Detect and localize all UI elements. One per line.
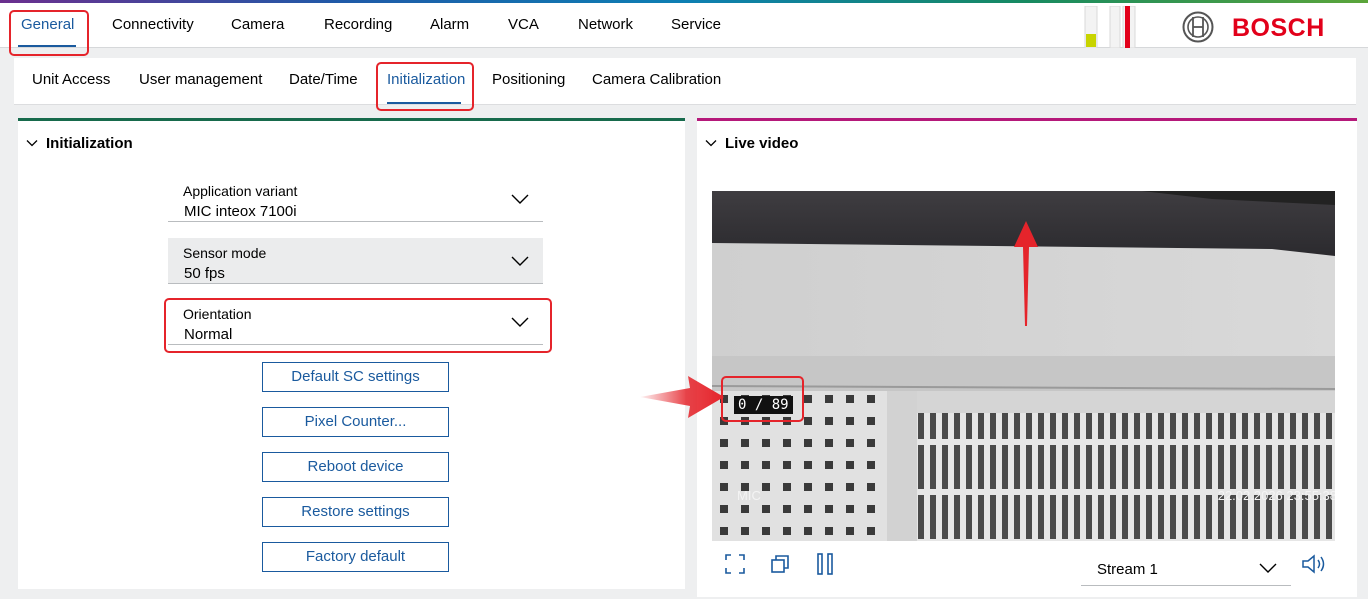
bitrate-indicator	[1109, 6, 1136, 48]
chevron-down-icon	[511, 194, 529, 204]
camera-model-overlay: MIC	[737, 488, 761, 503]
cpu-load-indicator	[1084, 6, 1098, 48]
tab-alarm[interactable]: Alarm	[430, 3, 469, 47]
reboot-device-button[interactable]: Reboot device	[262, 452, 449, 482]
bosch-logo-icon	[1182, 11, 1214, 43]
tab-connectivity[interactable]: Connectivity	[112, 3, 194, 47]
collapse-chevron-icon	[26, 140, 38, 147]
tab-vca[interactable]: VCA	[508, 3, 539, 47]
main-navigation: General Connectivity Camera Recording Al…	[0, 3, 1368, 48]
right-arrow-annotation	[640, 376, 724, 418]
live-video-stream[interactable]: 0 / 89 MIC 22.02.2026 23:55:38	[712, 191, 1335, 541]
live-video-panel-header[interactable]: Live video	[705, 135, 798, 153]
subtab-camera-calibration[interactable]: Camera Calibration	[592, 58, 721, 102]
field-label: Sensor mode	[183, 245, 267, 261]
highlight-general-tab	[9, 10, 89, 56]
up-arrow-annotation	[1014, 221, 1038, 326]
chevron-down-icon	[511, 256, 529, 266]
pixel-counter-button[interactable]: Pixel Counter...	[262, 407, 449, 437]
collapse-chevron-icon	[705, 140, 717, 147]
timestamp-overlay: 22.02.2026 23:55:38	[1217, 488, 1335, 503]
window-icon[interactable]	[769, 553, 791, 575]
panel-title: Live video	[725, 135, 799, 152]
application-variant-select[interactable]: Application variant MIC inteox 7100i	[168, 176, 543, 222]
restore-settings-button[interactable]: Restore settings	[262, 497, 449, 527]
initialization-panel-header[interactable]: Initialization	[26, 135, 133, 153]
subtab-user-management[interactable]: User management	[139, 58, 262, 102]
field-value: 50 fps	[184, 265, 225, 282]
stream-value: Stream 1	[1097, 561, 1158, 578]
initialization-panel: Initialization Application variant MIC i…	[18, 118, 685, 589]
tab-recording[interactable]: Recording	[324, 3, 392, 47]
field-value: MIC inteox 7100i	[184, 203, 297, 220]
sensor-mode-select[interactable]: Sensor mode 50 fps	[168, 238, 543, 284]
sub-navigation: Unit Access User management Date/Time In…	[14, 58, 1356, 105]
tab-service[interactable]: Service	[671, 3, 721, 47]
fullscreen-icon[interactable]	[724, 553, 746, 575]
live-video-panel: Live video 0 / 89 MIC 22.02.2026 23:55:3…	[697, 118, 1357, 597]
tab-network[interactable]: Network	[578, 3, 633, 47]
panel-title: Initialization	[46, 135, 133, 152]
subtab-date-time[interactable]: Date/Time	[289, 58, 358, 102]
subtab-unit-access[interactable]: Unit Access	[32, 58, 110, 102]
tab-camera[interactable]: Camera	[231, 3, 284, 47]
highlight-pixel-counter	[721, 376, 804, 422]
highlight-initialization-tab	[376, 62, 474, 111]
brand-name: BOSCH	[1232, 14, 1325, 42]
default-sc-settings-button[interactable]: Default SC settings	[262, 362, 449, 392]
highlight-orientation-field	[164, 298, 552, 353]
pause-icon[interactable]	[814, 553, 836, 575]
factory-default-button[interactable]: Factory default	[262, 542, 449, 572]
subtab-positioning[interactable]: Positioning	[492, 58, 565, 102]
chevron-down-icon	[1259, 563, 1277, 573]
speaker-icon[interactable]	[1301, 553, 1327, 575]
field-label: Application variant	[183, 183, 298, 199]
stream-select[interactable]: Stream 1	[1081, 551, 1291, 586]
